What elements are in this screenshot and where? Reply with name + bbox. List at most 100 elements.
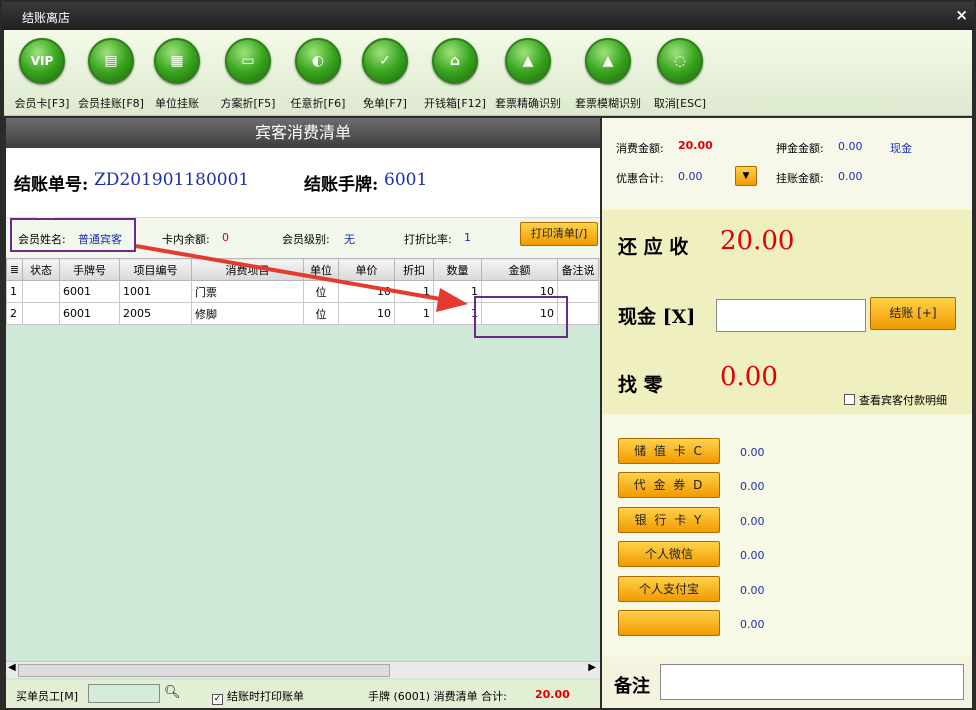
search-icon[interactable]: 🔍︎	[164, 685, 181, 700]
member-balance-value: 0	[222, 231, 229, 244]
credit-label: 挂账金额:	[776, 172, 824, 185]
alipay-value: 0.00	[740, 584, 765, 597]
checkbox-checked-icon: ✓	[212, 694, 223, 705]
member-name-label: 会员姓名:	[18, 233, 66, 246]
company-credit-button[interactable]: ▦ 单位挂账	[150, 38, 204, 111]
member-balance-label: 卡内余额:	[162, 233, 210, 246]
package-exact-icon: ▲	[505, 38, 551, 84]
cell-price: 10	[338, 302, 395, 325]
settle-button[interactable]: 结账 [+]	[870, 297, 956, 330]
toolbar-label: 开钱箱[F12]	[424, 97, 486, 110]
cell-item-name: 门票	[191, 280, 304, 303]
bill-tag-value: 6001	[384, 170, 428, 190]
bill-panel: 宾客消费清单 结账单号: ZD201901180001 结账手牌: 6001 会…	[6, 118, 600, 708]
column-header[interactable]: ≣	[6, 258, 23, 281]
bill-summary-total: 20.00	[535, 688, 570, 701]
toolbar-label: 取消[ESC]	[653, 97, 707, 110]
plan-discount-icon: ▭	[225, 38, 271, 84]
remark-input[interactable]	[660, 664, 964, 700]
package-fuzzy-button[interactable]: ▲ 套票模糊识别	[570, 38, 646, 111]
vip-icon: VIP	[19, 38, 65, 84]
cell-discount: 1	[394, 280, 434, 303]
cash-box-icon: ⌂	[432, 38, 478, 84]
cash-label: 现金 [X]	[618, 306, 696, 328]
column-header[interactable]: 数量	[433, 258, 482, 281]
payment-detail-label: 查看宾客付款明细	[859, 394, 947, 407]
stored-card-button[interactable]: 储 值 卡 C	[618, 438, 720, 464]
remark-label: 备注	[614, 676, 650, 697]
amount-due-value: 20.00	[720, 226, 795, 256]
consume-label: 消费金额:	[616, 142, 664, 155]
checkout-window: 结账离店 × VIP 会员卡[F3] ▤ 会员挂账[F8] ▦ 单位挂账 ▭ 方案折[F…	[0, 0, 976, 710]
cancel-button[interactable]: ◌ 取消[ESC]	[652, 38, 708, 111]
print-on-checkout-label: 结账时打印账单	[227, 690, 304, 703]
bill-tag-label: 结账手牌:	[304, 175, 379, 195]
clerk-label: 买单员工[M]	[16, 690, 79, 703]
cell-tag: 6001	[59, 280, 120, 303]
bill-footer: 买单员工[M] 🔍︎ ✓ 结账时打印账单 手牌 (6001) 消费清单 合计: 2…	[6, 680, 600, 708]
table-header-row: ≣ 状态 手牌号 项目编号 消费项目 单位 单价 折扣 数量 金额 备注说	[6, 258, 599, 281]
cell-index: 2	[6, 302, 23, 325]
deposit-type: 现金	[890, 142, 912, 155]
member-credit-button[interactable]: ▤ 会员挂账[F8]	[78, 38, 144, 111]
amount-summary: 消费金额: 20.00 押金金额: 0.00 现金 优惠合计: 0.00 ▼ 挂…	[602, 118, 972, 208]
cancel-icon: ◌	[657, 38, 703, 84]
cell-discount: 1	[394, 302, 434, 325]
free-order-icon: ✓	[362, 38, 408, 84]
voucher-button[interactable]: 代 金 券 D	[618, 472, 720, 498]
column-header[interactable]: 手牌号	[59, 258, 120, 281]
package-exact-button[interactable]: ▲ 套票精确识别	[490, 38, 566, 111]
stored-card-value: 0.00	[740, 446, 765, 459]
alipay-button[interactable]: 个人支付宝	[618, 576, 720, 602]
scroll-right-icon[interactable]: ▶	[588, 662, 596, 673]
print-on-checkout-checkbox[interactable]: ✓ 结账时打印账单	[212, 688, 304, 705]
horizontal-scrollbar[interactable]: ◀ ▶	[6, 661, 600, 678]
cell-item-name: 修脚	[191, 302, 304, 325]
column-header[interactable]: 状态	[22, 258, 60, 281]
bank-card-button[interactable]: 银 行 卡 Y	[618, 507, 720, 533]
payment-methods: 储 值 卡 C 0.00 代 金 券 D 0.00 银 行 卡 Y 0.00 个…	[602, 416, 972, 656]
bank-card-value: 0.00	[740, 515, 765, 528]
column-header[interactable]: 单价	[338, 258, 395, 281]
extra-payment-value: 0.00	[740, 618, 765, 631]
cell-index: 1	[6, 280, 23, 303]
plan-discount-button[interactable]: ▭ 方案折[F5]	[220, 38, 276, 111]
deposit-value: 0.00	[838, 140, 863, 153]
cash-input[interactable]	[716, 299, 866, 332]
column-header[interactable]: 折扣	[394, 258, 434, 281]
custom-discount-button[interactable]: ◐ 任意折[F6]	[290, 38, 346, 111]
column-header[interactable]: 消费项目	[191, 258, 304, 281]
clerk-input[interactable]	[88, 684, 160, 703]
member-discount-value: 1	[464, 231, 471, 244]
discount-total-value: 0.00	[678, 170, 703, 183]
bill-no-label: 结账单号:	[14, 175, 89, 195]
column-header[interactable]: 项目编号	[119, 258, 192, 281]
member-card-button[interactable]: VIP 会员卡[F3]	[14, 38, 70, 111]
amount-highlight	[474, 296, 568, 338]
bill-summary-label: 手牌 (6001) 消费清单 合计:	[368, 690, 507, 703]
scroll-left-icon[interactable]: ◀	[8, 662, 16, 673]
column-header[interactable]: 金额	[481, 258, 558, 281]
print-list-button[interactable]: 打印清单[/]	[520, 222, 598, 246]
wechat-value: 0.00	[740, 549, 765, 562]
chevron-down-icon[interactable]: ▼	[735, 166, 757, 186]
custom-discount-icon: ◐	[295, 38, 341, 84]
column-header[interactable]: 单位	[303, 258, 339, 281]
toolbar-label: 方案折[F5]	[220, 97, 276, 110]
free-order-button[interactable]: ✓ 免单[F7]	[360, 38, 410, 111]
extra-payment-button[interactable]	[618, 610, 720, 636]
bill-header: 宾客消费清单	[6, 118, 600, 148]
cash-box-button[interactable]: ⌂ 开钱箱[F12]	[424, 38, 486, 111]
title-bar: 结账离店 ×	[2, 2, 974, 30]
column-header[interactable]: 备注说	[557, 258, 599, 281]
cell-item-code: 1001	[119, 280, 192, 303]
close-icon[interactable]: ×	[955, 6, 968, 24]
cell-price: 10	[338, 280, 395, 303]
toolbar-label: 会员卡[F3]	[14, 97, 70, 110]
change-value: 0.00	[720, 362, 778, 392]
payment-detail-checkbox[interactable]: 查看宾客付款明细	[844, 392, 947, 408]
cell-tag: 6001	[59, 302, 120, 325]
wechat-button[interactable]: 个人微信	[618, 541, 720, 567]
member-credit-icon: ▤	[88, 38, 134, 84]
scroll-thumb[interactable]	[18, 664, 390, 677]
